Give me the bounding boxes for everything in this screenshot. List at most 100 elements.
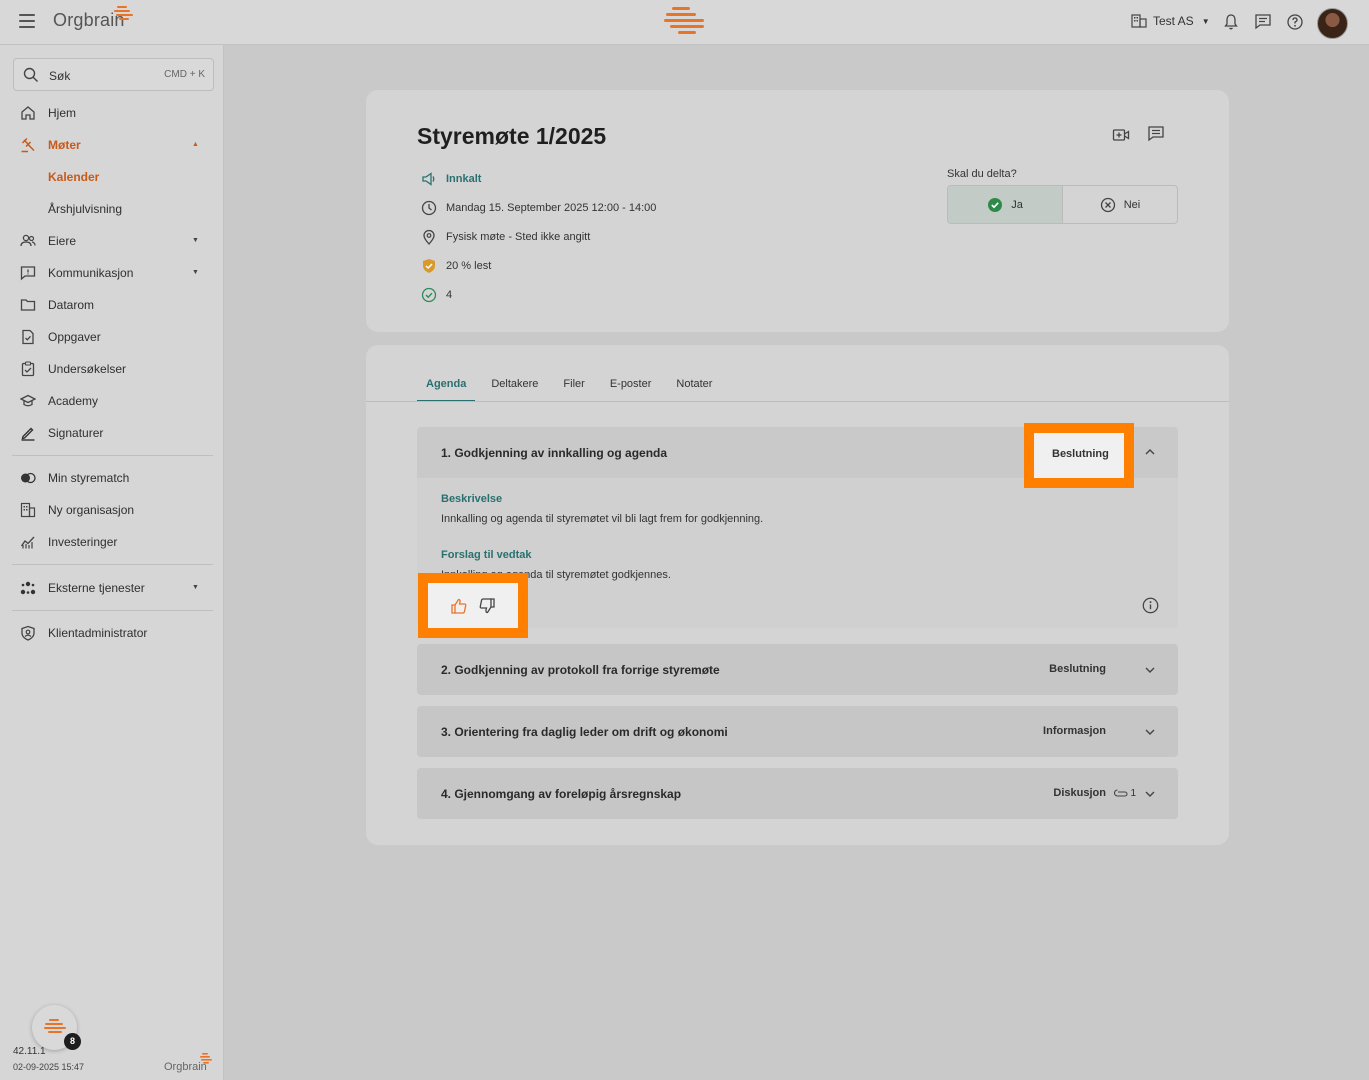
sidebar-item-moter[interactable]: Møter ▲	[0, 129, 224, 161]
meeting-approved-count: 4	[446, 289, 453, 301]
sidebar-item-undersokelser[interactable]: Undersøkelser	[0, 353, 224, 385]
chevron-down-icon[interactable]	[1144, 726, 1156, 738]
meeting-status-text: Innkalt	[446, 173, 482, 185]
attachment-count-text: 1	[1130, 788, 1136, 799]
toggle-circles-icon	[21, 472, 36, 484]
meeting-location-text: Fysisk møte - Sted ikke angitt	[446, 231, 591, 243]
sidebar-item-label: Oppgaver	[48, 330, 101, 344]
sidebar-item-investeringer[interactable]: Investeringer	[0, 526, 224, 558]
sidebar-item-label: Ny organisasjon	[48, 503, 135, 517]
sidebar-item-signaturer[interactable]: Signaturer	[0, 417, 224, 449]
agenda-item-type: Diskusjon	[1053, 787, 1106, 799]
tab-e-poster[interactable]: E-poster	[601, 378, 661, 402]
sidebar-item-hjem[interactable]: Hjem	[0, 97, 224, 129]
home-icon	[21, 106, 35, 120]
agenda-item-body: Beskrivelse Innkalling og agenda til sty…	[417, 478, 1178, 628]
caret-down-icon: ▼	[1201, 16, 1210, 26]
agenda-item-title: 4. Gjennomgang av foreløpig årsregnskap	[441, 787, 682, 801]
sidebar-item-kommunikasjon[interactable]: Kommunikasjon ▼	[0, 257, 224, 289]
search-shortcut: CMD + K	[164, 69, 205, 80]
meeting-location: Fysisk møte - Sted ikke angitt	[421, 228, 590, 246]
sidebar-item-label: Signaturer	[48, 426, 104, 440]
sidebar-divider	[12, 564, 213, 565]
meeting-datetime-text: Mandag 15. September 2025 12:00 - 14:00	[446, 202, 657, 214]
chat-icon[interactable]	[1254, 13, 1272, 31]
sidebar: Søk CMD + K Hjem Møter ▲ Kalender Årshju…	[0, 45, 224, 1080]
brain-mark-icon	[664, 7, 704, 34]
people-icon	[20, 234, 36, 247]
network-icon	[20, 581, 36, 595]
comment-icon[interactable]	[1147, 125, 1165, 143]
sidebar-item-eiere[interactable]: Eiere ▼	[0, 225, 224, 257]
sidebar-item-label: Kommunikasjon	[48, 266, 134, 280]
help-icon[interactable]	[1286, 13, 1304, 31]
clock-icon	[421, 200, 437, 216]
message-icon	[20, 266, 36, 281]
sidebar-item-eksterne-tjenester[interactable]: Eksterne tjenester ▼	[0, 572, 224, 604]
building-add-icon	[20, 502, 36, 518]
organization-switcher[interactable]: Test AS ▼	[1131, 14, 1210, 28]
agenda-item[interactable]: 3. Orientering fra daglig leder om drift…	[417, 706, 1178, 757]
folder-icon	[20, 299, 36, 311]
support-chat-button[interactable]: 8	[32, 1005, 81, 1050]
meeting-datetime: Mandag 15. September 2025 12:00 - 14:00	[421, 199, 656, 217]
chevron-down-icon[interactable]	[1144, 788, 1156, 800]
attend-no-label: Nei	[1123, 198, 1141, 211]
description-text: Innkalling og agenda til styremøtet vil …	[441, 513, 764, 525]
highlighted-item-type[interactable]: Beslutning	[1024, 423, 1134, 488]
caret-down-icon: ▼	[192, 269, 199, 276]
attend-yes-label: Ja	[1011, 198, 1023, 211]
attend-no-button[interactable]: Nei	[1063, 186, 1177, 223]
sidebar-item-klientadministrator[interactable]: Klientadministrator	[0, 617, 224, 649]
search-box[interactable]: Søk CMD + K	[13, 58, 214, 91]
meeting-read-text: 20 % lest	[446, 260, 492, 272]
agenda-item-title: 1. Godkjenning av innkalling og agenda	[441, 446, 668, 460]
tab-divider	[366, 401, 1229, 402]
agenda-item[interactable]: 4. Gjennomgang av foreløpig årsregnskap …	[417, 768, 1178, 819]
attachment-count: 1	[1114, 788, 1136, 799]
check-circle-filled-icon	[988, 197, 1003, 212]
sidebar-item-oppgaver[interactable]: Oppgaver	[0, 321, 224, 353]
sidebar-item-min-styrematch[interactable]: Min styrematch	[0, 462, 224, 494]
sidebar-item-label: Årshjulvisning	[48, 202, 123, 216]
location-pin-icon	[423, 229, 435, 245]
brain-logo-icon	[200, 1053, 212, 1064]
brain-logo-icon	[44, 1019, 66, 1033]
paperclip-icon	[1114, 788, 1128, 797]
agenda-item[interactable]: 2. Godkjenning av protokoll fra forrige …	[417, 644, 1178, 695]
chevron-down-icon[interactable]	[1144, 664, 1156, 676]
video-call-icon[interactable]	[1112, 126, 1130, 144]
attendance-question: Skal du delta?	[947, 168, 1017, 180]
meeting-read-status: 20 % lest	[421, 257, 491, 275]
thumbs-down-icon[interactable]	[478, 597, 496, 615]
sidebar-item-academy[interactable]: Academy	[0, 385, 224, 417]
user-avatar[interactable]	[1317, 8, 1348, 39]
shield-check-icon	[423, 259, 435, 273]
sidebar-item-label: Eksterne tjenester	[48, 581, 145, 595]
chevron-up-icon[interactable]	[1144, 446, 1156, 458]
bell-icon[interactable]	[1222, 13, 1240, 31]
meeting-approved: 4	[421, 286, 452, 304]
sidebar-item-label: Hjem	[48, 106, 77, 120]
info-icon[interactable]	[1142, 597, 1159, 614]
tab-agenda[interactable]: Agenda	[417, 378, 476, 402]
sidebar-item-datarom[interactable]: Datarom	[0, 289, 224, 321]
sidebar-item-label: Academy	[48, 394, 99, 408]
sidebar-item-label: Møter	[48, 138, 81, 152]
sidebar-item-arshjulvisning[interactable]: Årshjulvisning	[0, 193, 224, 225]
agenda-item-type: Beslutning	[1052, 448, 1109, 460]
check-circle-icon	[421, 287, 437, 303]
organization-name: Test AS	[1153, 14, 1194, 28]
sidebar-item-kalender[interactable]: Kalender	[0, 161, 224, 193]
tab-deltakere[interactable]: Deltakere	[482, 378, 547, 402]
menu-icon[interactable]	[19, 14, 35, 28]
sidebar-item-label: Investeringer	[48, 535, 118, 549]
pen-icon	[21, 427, 35, 441]
attendance-toggle: Ja Nei	[947, 185, 1178, 224]
attend-yes-button[interactable]: Ja	[948, 186, 1063, 223]
page-title: Styremøte 1/2025	[417, 123, 607, 149]
tab-notater[interactable]: Notater	[667, 378, 721, 402]
tab-filer[interactable]: Filer	[554, 378, 593, 402]
thumbs-up-icon[interactable]	[450, 597, 468, 615]
sidebar-item-ny-organisasjon[interactable]: Ny organisasjon	[0, 494, 224, 526]
